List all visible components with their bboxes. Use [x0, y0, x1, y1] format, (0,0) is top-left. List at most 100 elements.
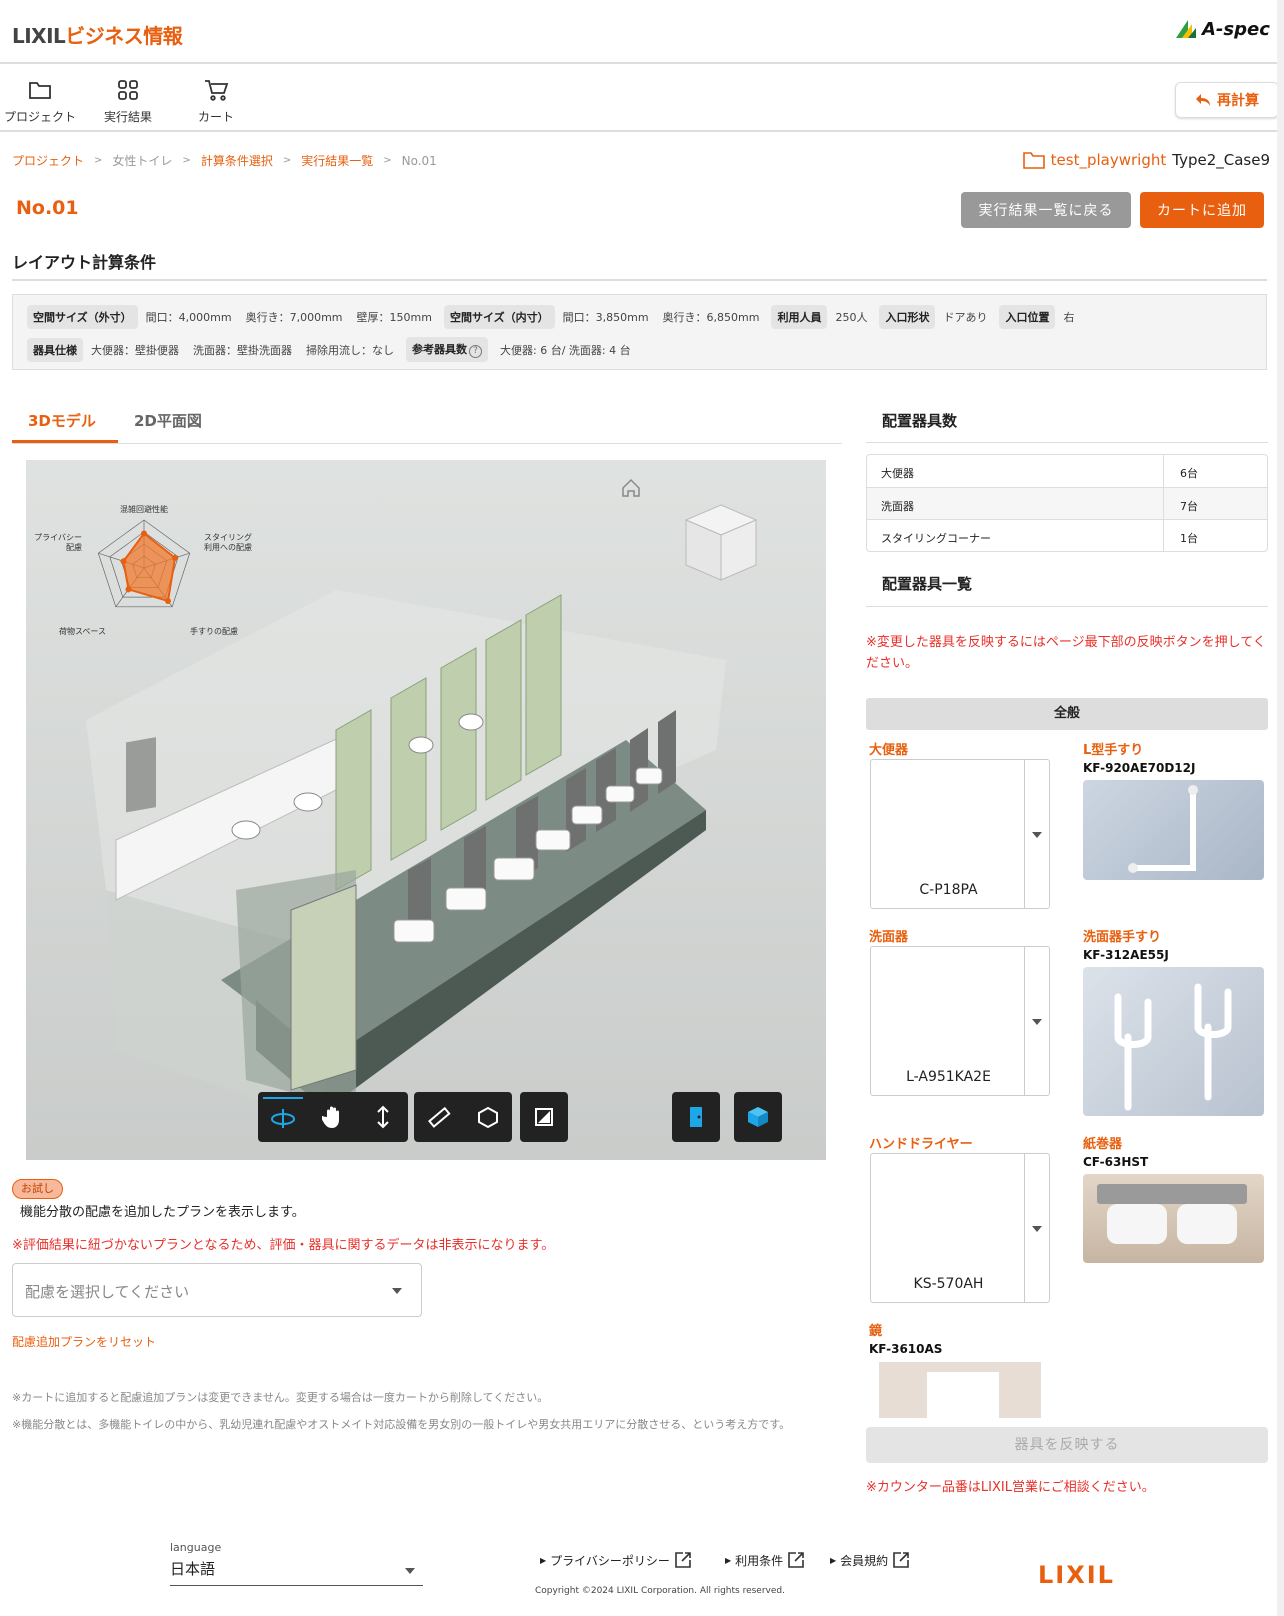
- nav-cart[interactable]: カート: [176, 76, 256, 125]
- zoom-icon[interactable]: [363, 1097, 403, 1137]
- radar-point: [164, 598, 171, 605]
- section-icon[interactable]: [468, 1097, 508, 1137]
- paper-code: CF-63HST: [1083, 1155, 1149, 1169]
- tab-2d-plan[interactable]: 2D平面図: [134, 410, 202, 431]
- conditions-row-1: 空間サイズ（外寸） 間口：4,000mm 奥行き：7,000mm 壁厚：150m…: [27, 305, 1074, 329]
- radar-axis-label: 配慮: [66, 542, 82, 552]
- 3d-viewer[interactable]: 混雑回避性能 スタイリング 利用への配慮 手すりの配慮 荷物スペース プライバシー 配慮: [26, 460, 826, 1160]
- crumb-conditions[interactable]: 計算条件選択: [201, 152, 273, 169]
- scrollbar[interactable]: [1277, 0, 1284, 1616]
- divider: [866, 442, 1268, 443]
- dryer-select[interactable]: KS-570AH: [870, 1153, 1050, 1303]
- undo-icon: [1196, 94, 1210, 106]
- crumb-results[interactable]: 実行結果一覧: [301, 152, 373, 169]
- language-select[interactable]: 日本語: [170, 1558, 423, 1586]
- divider: [12, 279, 1267, 281]
- recalc-button[interactable]: 再計算: [1175, 82, 1279, 118]
- project-name: test_playwright: [1050, 151, 1167, 169]
- measure-icon[interactable]: [419, 1097, 459, 1137]
- aspec-text: A-spec: [1202, 18, 1270, 40]
- users-tag: 利用人員: [771, 305, 828, 329]
- paper-label: 紙巻器: [1083, 1137, 1123, 1152]
- breadcrumb: プロジェクト > 女性トイレ > 計算条件選択 > 実行結果一覧 > No.01: [12, 152, 437, 169]
- footer-logo: LIXIL: [1038, 1561, 1115, 1589]
- reflect-fixtures-button[interactable]: 器具を反映する: [866, 1427, 1268, 1463]
- cube-icon[interactable]: [738, 1097, 778, 1137]
- nav-results[interactable]: 実行結果: [88, 76, 168, 125]
- aspec-mark-icon: [1176, 20, 1196, 38]
- evaluation-radar-chart: 混雑回避性能スタイリング利用への配慮手すりの配慮 荷物スペース プライバシー配慮: [34, 504, 252, 636]
- tab-3d-model[interactable]: 3Dモデル: [28, 410, 96, 431]
- paper-holder-image[interactable]: [1083, 1174, 1264, 1263]
- basin-value: L-A951KA2E: [906, 1069, 991, 1085]
- radar-axis-label: 荷物スペース: [59, 626, 106, 636]
- door-icon[interactable]: [676, 1097, 716, 1137]
- mirror-image[interactable]: [879, 1362, 1041, 1418]
- mirror-panel: [927, 1372, 999, 1418]
- table-row: 大便器 6台: [867, 455, 1267, 487]
- home-icon[interactable]: [622, 478, 640, 497]
- fixture-list-title: 配置器具一覧: [882, 575, 973, 593]
- pan-icon[interactable]: [313, 1097, 353, 1137]
- entrance-door: [290, 884, 357, 1091]
- top-header: [0, 0, 1284, 64]
- fixture-name: 大便器: [867, 455, 1164, 487]
- basin-select[interactable]: L-A951KA2E: [870, 946, 1050, 1096]
- grid-icon: [88, 76, 168, 104]
- inner-width: 間口：3,850mm: [562, 311, 649, 324]
- aspec-logo[interactable]: A-spec: [1174, 18, 1270, 40]
- orbit-icon[interactable]: [263, 1097, 303, 1137]
- toilet-label: 大便器: [869, 743, 909, 758]
- reset-plan-link[interactable]: 配慮追加プランをリセット: [12, 1333, 156, 1350]
- 3d-scene[interactable]: 混雑回避性能スタイリング利用への配慮手すりの配慮 荷物スペース プライバシー配慮: [26, 460, 826, 1160]
- entrance-pos-value: 右: [1063, 311, 1075, 324]
- l-rail-code: KF-920AE70D12J: [1083, 761, 1196, 775]
- brand-suffix: ビジネス情報: [65, 24, 183, 48]
- tools-toolbar: [414, 1092, 512, 1142]
- outer-depth: 奥行き：7,000mm: [245, 311, 343, 324]
- language-label: language: [170, 1541, 222, 1554]
- radar-point: [120, 558, 127, 565]
- function-distribution-note: ※機能分散とは、多機能トイレの中から、乳幼児連れ配慮やオストメイト対応設備を男女…: [12, 1418, 791, 1431]
- fixture-name: 洗面器: [867, 488, 1164, 519]
- member-rules-link[interactable]: ▶ 会員規約: [830, 1551, 910, 1569]
- inner-depth: 奥行き：6,850mm: [662, 311, 760, 324]
- users-value: 250人: [835, 311, 868, 324]
- radar-axis-label: 混雑回避性能: [120, 504, 168, 514]
- l-rail-label: L型手すり: [1083, 743, 1144, 758]
- nav-cart-label: カート: [197, 110, 234, 124]
- nav-project[interactable]: プロジェクト: [0, 76, 80, 125]
- l-rail-image[interactable]: [1083, 780, 1264, 880]
- basin-rail-image[interactable]: [1083, 967, 1264, 1116]
- terms-link[interactable]: ▶ 利用条件: [725, 1551, 805, 1569]
- add-to-cart-button[interactable]: カートに追加: [1140, 192, 1264, 228]
- basin-rail-label: 洗面器手すり: [1083, 930, 1162, 945]
- radar-point: [125, 586, 132, 593]
- inner-size-tag: 空間サイズ（内寸）: [443, 305, 555, 329]
- view-cube[interactable]: [684, 504, 758, 581]
- counter-note: ※カウンター品番はLIXIL営業にご相談ください。: [866, 1480, 1155, 1495]
- toilet-select[interactable]: C-P18PA: [870, 759, 1050, 909]
- main-nav: プロジェクト 実行結果 カート: [0, 64, 1284, 132]
- consideration-select[interactable]: 配慮を選択してください: [12, 1263, 422, 1317]
- crumb-project[interactable]: プロジェクト: [12, 152, 84, 169]
- help-icon[interactable]: ?: [469, 345, 482, 358]
- brand-logo[interactable]: LIXILビジネス情報: [12, 20, 183, 49]
- toilet-value: C-P18PA: [919, 882, 978, 898]
- fullscreen-icon[interactable]: [524, 1097, 564, 1137]
- active-tab-indicator: [12, 440, 118, 443]
- cube-toolbar: [734, 1092, 782, 1142]
- radar-axis-label: プライバシー: [34, 533, 82, 542]
- crumb-sep: >: [94, 155, 103, 166]
- mirror-code: KF-3610AS: [869, 1342, 943, 1356]
- ref-count-value: 大便器: 6 台/ 洗面器: 4 台: [500, 343, 631, 357]
- external-link-icon: [893, 1552, 909, 1568]
- folder-icon: [0, 76, 80, 104]
- crumb-sep: >: [383, 155, 392, 166]
- privacy-policy-link[interactable]: ▶ プライバシーポリシー: [540, 1551, 692, 1569]
- door-toolbar: [672, 1092, 720, 1142]
- external-link-icon: [788, 1552, 804, 1568]
- spec-tag: 器具仕様: [27, 337, 83, 362]
- crumb-sep: >: [182, 155, 191, 166]
- back-to-results-button[interactable]: 実行結果一覧に戻る: [961, 192, 1131, 228]
